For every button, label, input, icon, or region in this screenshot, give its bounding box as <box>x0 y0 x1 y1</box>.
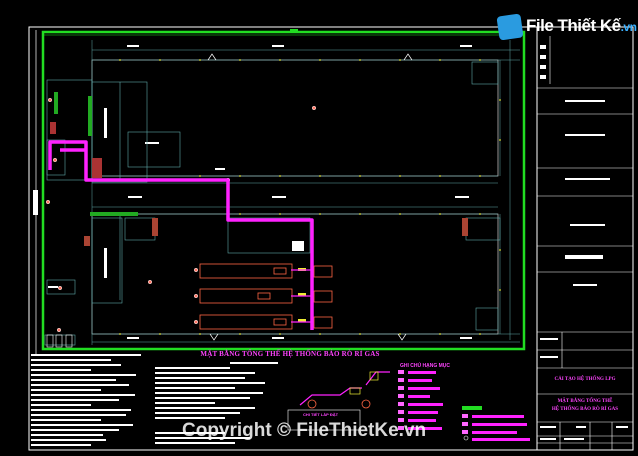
site-plan <box>41 29 526 351</box>
logo-wordmark: File Thiết Kế.vn <box>526 16 637 36</box>
logo-mark-icon <box>496 13 524 41</box>
left-dimension-strip <box>33 30 38 355</box>
logo-name: File Thiết Kế <box>526 16 621 35</box>
filethietke-logo[interactable]: File Thiết Kế.vn <box>496 12 637 42</box>
cad-drawing-sheet <box>28 26 634 451</box>
detail-title: CHI TIẾT LẮP ĐẶT <box>303 412 339 417</box>
title-block-project: CẢI TẠO HỆ THỐNG LPG <box>554 377 616 382</box>
building-outline <box>91 59 499 177</box>
title-block-sheet-line2: HỆ THỐNG BÁO RÒ RỈ GAS <box>551 407 619 412</box>
drawing-title: MẶT BẰNG TỔNG THỂ HỆ THỐNG BÁO RÒ RỈ GAS <box>200 350 380 358</box>
logo-tld: .vn <box>620 20 637 34</box>
annex-rooms <box>44 61 501 346</box>
title-block <box>537 36 633 450</box>
column-grid-dots <box>119 59 501 335</box>
legend-title: GHI CHÚ HẠNG MỤC <box>400 363 450 369</box>
title-block-sheet-line1: MẶT BẰNG TỔNG THỂ <box>557 399 613 404</box>
gas-detectors <box>45 97 317 333</box>
site-boundary <box>41 30 526 351</box>
copyright-watermark: Copyright © FileThietKe.vn <box>182 420 427 441</box>
sheet-border <box>28 26 634 451</box>
